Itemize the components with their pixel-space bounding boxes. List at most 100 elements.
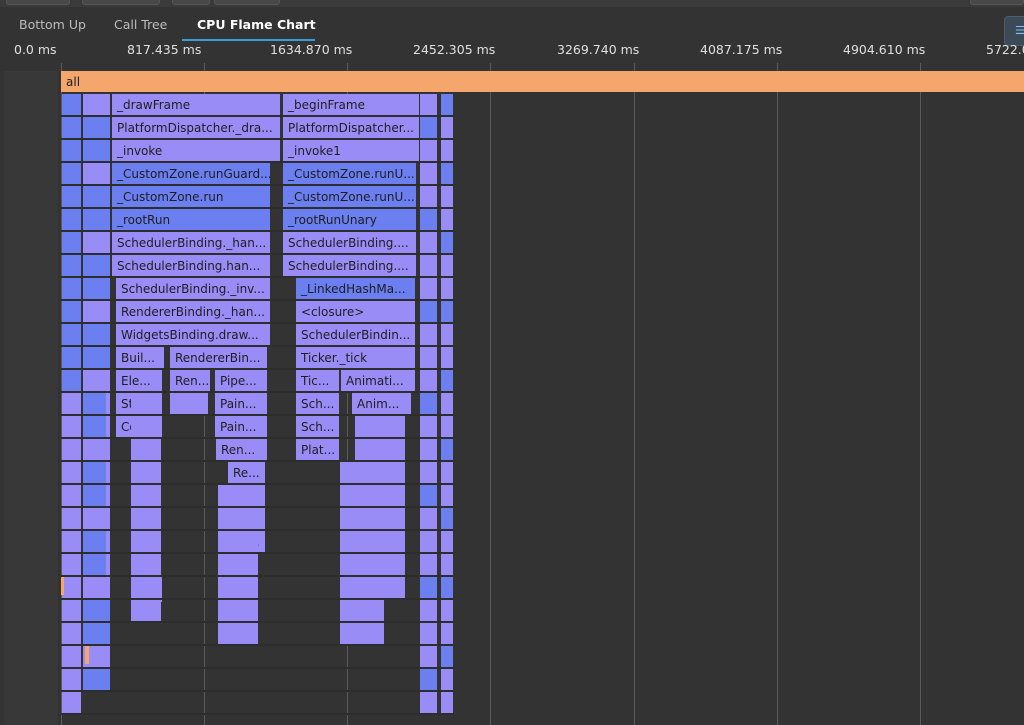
flame-frame[interactable]: [218, 531, 258, 552]
flame-frame[interactable]: [62, 646, 81, 667]
flame-frame[interactable]: [131, 439, 161, 460]
flame-frame[interactable]: [62, 209, 81, 230]
flame-frame[interactable]: [340, 600, 384, 621]
flame-frame[interactable]: [112, 140, 280, 161]
flame-frame[interactable]: [441, 278, 453, 299]
flame-frame[interactable]: [83, 186, 110, 207]
flame-frame[interactable]: [420, 508, 437, 529]
flame-frame[interactable]: [420, 94, 437, 115]
flame-frame[interactable]: [83, 140, 110, 161]
flame-frame[interactable]: [420, 370, 437, 391]
flame-frame[interactable]: [441, 531, 453, 552]
flame-frame[interactable]: [112, 232, 270, 253]
flame-frame[interactable]: [420, 163, 437, 184]
flame-frame[interactable]: [441, 117, 453, 138]
flame-frame[interactable]: [420, 393, 437, 414]
flame-frame[interactable]: [441, 370, 453, 391]
flame-frame[interactable]: [62, 232, 81, 253]
flame-frame[interactable]: [83, 163, 110, 184]
flame-frame[interactable]: [116, 278, 270, 299]
flame-frame[interactable]: [218, 508, 258, 529]
flame-frame[interactable]: [441, 508, 453, 529]
flame-frame[interactable]: [62, 301, 81, 322]
flame-frame[interactable]: [62, 623, 81, 644]
flame-frame[interactable]: [131, 508, 161, 529]
flame-frame[interactable]: [83, 324, 110, 345]
flame-frame[interactable]: [283, 186, 416, 207]
flame-frame[interactable]: [420, 554, 437, 575]
flame-frame[interactable]: [106, 370, 110, 391]
flame-frame[interactable]: [62, 393, 81, 414]
flame-frame[interactable]: [83, 554, 110, 575]
flame-frame[interactable]: [283, 232, 416, 253]
flame-frame[interactable]: [341, 370, 415, 391]
flame-frame[interactable]: [215, 370, 267, 391]
flame-frame[interactable]: [420, 531, 437, 552]
flame-frame[interactable]: [420, 209, 437, 230]
flame-frame[interactable]: [218, 600, 258, 621]
flame-frame[interactable]: [420, 186, 437, 207]
flame-frame[interactable]: [355, 508, 405, 529]
flame-frame[interactable]: [83, 370, 110, 391]
flame-frame[interactable]: [441, 692, 453, 713]
flame-frame[interactable]: [420, 439, 437, 460]
flame-frame[interactable]: [106, 462, 110, 483]
flame-frame[interactable]: [441, 301, 453, 322]
flame-frame[interactable]: [420, 416, 437, 437]
flame-frame[interactable]: [420, 600, 437, 621]
flame-frame[interactable]: [355, 462, 405, 483]
flame-frame[interactable]: [441, 324, 453, 345]
flame-frame[interactable]: [62, 531, 81, 552]
flame-frame[interactable]: [62, 416, 81, 437]
flame-frame[interactable]: [420, 692, 437, 713]
flame-frame[interactable]: [62, 370, 81, 391]
flame-frame[interactable]: [62, 140, 81, 161]
flame-frame[interactable]: [83, 439, 110, 460]
flame-frame[interactable]: [441, 462, 453, 483]
flame-frame[interactable]: [62, 669, 81, 690]
flame-frame[interactable]: [112, 255, 270, 276]
flame-frame[interactable]: [62, 347, 81, 368]
toolbar-button-2[interactable]: [82, 0, 160, 5]
flame-frame[interactable]: [296, 439, 339, 460]
flame-frame[interactable]: [83, 416, 110, 437]
flame-frame[interactable]: [296, 301, 415, 322]
flame-frame[interactable]: [106, 485, 110, 506]
flame-frame[interactable]: [170, 393, 208, 414]
flame-frame[interactable]: [62, 485, 81, 506]
flame-frame[interactable]: [228, 462, 265, 483]
flame-frame[interactable]: [131, 462, 161, 483]
flame-frame[interactable]: [355, 531, 405, 552]
flame-frame[interactable]: [441, 416, 453, 437]
flame-frame[interactable]: [420, 232, 437, 253]
flame-frame[interactable]: [170, 347, 267, 368]
flame-frame[interactable]: [62, 117, 81, 138]
flame-frame[interactable]: [62, 324, 81, 345]
flame-frame[interactable]: [355, 485, 405, 506]
toolbar-button-3[interactable]: [172, 0, 210, 5]
flame-frame[interactable]: [420, 462, 437, 483]
tab-bottom-up[interactable]: Bottom Up: [19, 17, 86, 32]
flame-frame[interactable]: [283, 94, 419, 115]
flame-frame[interactable]: [83, 623, 110, 644]
flame-frame[interactable]: [62, 255, 81, 276]
flame-frame[interactable]: [116, 347, 164, 368]
flame-frame[interactable]: [62, 577, 81, 598]
flame-frame[interactable]: [61, 575, 64, 595]
flame-frame[interactable]: [112, 117, 280, 138]
flame-frame[interactable]: [283, 117, 419, 138]
flame-frame[interactable]: [420, 646, 437, 667]
flame-frame[interactable]: [441, 393, 453, 414]
flame-frame[interactable]: [83, 669, 110, 690]
flame-frame[interactable]: [355, 577, 405, 598]
flame-frame[interactable]: [116, 301, 270, 322]
flame-frame[interactable]: [83, 255, 110, 276]
flame-frame[interactable]: [83, 232, 110, 253]
flame-frame[interactable]: [106, 439, 110, 460]
flame-frame[interactable]: [441, 646, 453, 667]
flame-frame[interactable]: [106, 508, 110, 529]
flame-frame[interactable]: [62, 163, 81, 184]
flame-frame[interactable]: [215, 416, 267, 437]
flame-frame[interactable]: [296, 416, 339, 437]
flame-frame[interactable]: [131, 416, 161, 437]
